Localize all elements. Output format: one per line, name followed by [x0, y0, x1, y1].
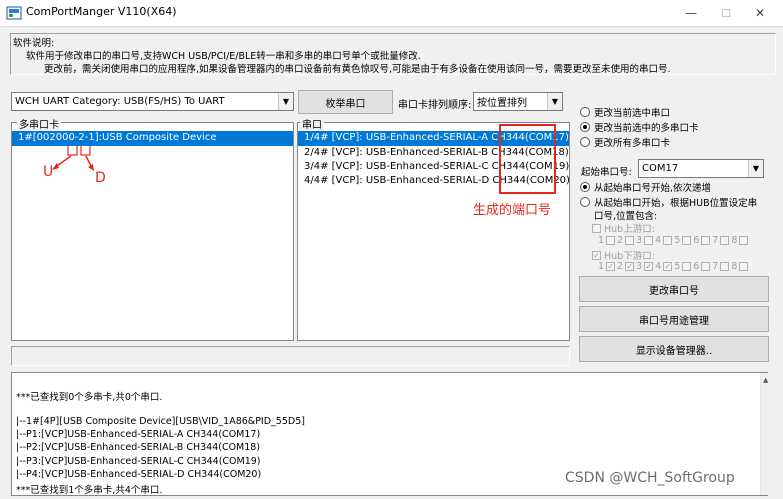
checkbox-icon[interactable] [720, 262, 730, 271]
hub-downstream-label: Hub下游口: [604, 251, 655, 262]
digit: 2 [617, 261, 624, 272]
digit: 3 [636, 235, 643, 246]
radio-label: 更改当前选中的多串口卡 [594, 123, 699, 134]
port-group-label: 串口 [300, 116, 324, 131]
radio-label: 从起始串口号开始,依次递增 [594, 183, 712, 194]
watermark: CSDN @WCH_SoftGroup [565, 470, 735, 486]
log-line: ***已查找到0个多串卡,共0个串口. [16, 392, 163, 403]
log-line: ***已查找到1个多串卡,共4个串口. [16, 485, 163, 497]
window-title: ComPortManger V110(X64) [26, 5, 177, 18]
app-icon [6, 6, 22, 20]
checkbox-icon[interactable] [720, 236, 730, 245]
checkbox-icon[interactable] [625, 236, 635, 245]
device-manager-button[interactable]: 显示设备管理器.. [579, 336, 769, 362]
digit: 1 [598, 261, 605, 272]
annotation-d: D [95, 170, 106, 186]
radio-mode-hub-label-cont: 口号,位置包含: [594, 211, 658, 222]
digit: 4 [655, 261, 662, 272]
digit: 4 [655, 235, 662, 246]
digit: 7 [712, 235, 719, 246]
start-port-label: 起始串口号: [581, 167, 632, 178]
radio-mode-increment[interactable]: 从起始串口号开始,依次递增 [580, 180, 711, 194]
start-port-value: COM17 [642, 163, 679, 174]
radio-label: 从起始串口开始，根据HUB位置设定串 [594, 198, 758, 209]
digit: 3 [636, 261, 643, 272]
hub-upstream-checkbox[interactable]: Hub上游口: [592, 221, 655, 235]
checkbox-icon[interactable] [682, 236, 692, 245]
digit: 5 [674, 235, 681, 246]
chevron-down-icon[interactable]: ▼ [547, 93, 562, 110]
checkbox-icon[interactable] [592, 223, 601, 233]
hub-downstream-ports: 1 ✓ 2 ✓ 3 ✓ 4 ✓ 5 6 7 8 [598, 261, 749, 272]
chevron-down-icon[interactable]: ▼ [278, 93, 293, 110]
digit: 6 [693, 261, 700, 272]
radio-icon[interactable] [580, 197, 590, 207]
multi-card-group-label: 多串口卡 [17, 116, 61, 131]
change-port-button[interactable]: 更改串口号 [579, 276, 769, 302]
radio-label: 更改当前选中串口 [594, 108, 671, 119]
checkmark-icon[interactable]: ✓ [625, 262, 635, 271]
log-line: |--1#[4P][USB Composite Device][USB\VID_… [16, 415, 305, 427]
annotation-highlight-box [499, 124, 556, 194]
close-button[interactable]: ✕ [737, 0, 783, 26]
multi-card-item[interactable]: 1#[002000-2-1]:USB Composite Device [16, 131, 216, 145]
log-line: |--P2:[VCP]USB-Enhanced-SERIAL-B CH344(C… [16, 442, 261, 454]
category-select[interactable]: WCH UART Category: USB(FS/HS) To UART ▼ [11, 92, 294, 111]
checkmark-icon[interactable]: ✓ [644, 262, 654, 271]
sort-select[interactable]: 按位置排列 ▼ [473, 92, 563, 111]
annotation-generated-port: 生成的端口号 [473, 203, 552, 218]
start-port-select[interactable]: COM17 ▼ [638, 159, 764, 178]
digit: 7 [712, 261, 719, 272]
checkbox-icon[interactable] [682, 262, 692, 271]
digit: 1 [598, 235, 605, 246]
digit: 8 [731, 261, 738, 272]
checkmark-icon[interactable]: ✓ [663, 262, 673, 271]
sort-label: 串口卡排列顺序: [398, 100, 472, 111]
radio-label: 更改所有多串口卡 [594, 138, 671, 149]
checkbox-icon[interactable] [701, 262, 711, 271]
checkmark-icon[interactable]: ✓ [592, 250, 601, 260]
log-line: |--P4:[VCP]USB-Enhanced-SERIAL-D CH344(C… [16, 468, 262, 480]
checkbox-icon[interactable] [663, 236, 673, 245]
checkmark-icon[interactable]: ✓ [606, 262, 616, 271]
digit: 8 [731, 235, 738, 246]
radio-change-selected-card[interactable]: 更改当前选中的多串口卡 [580, 120, 699, 134]
checkbox-icon[interactable] [644, 236, 654, 245]
digit: 6 [693, 235, 700, 246]
log-scrollbar[interactable] [760, 373, 774, 495]
radio-checked-icon[interactable] [580, 182, 590, 192]
digit: 2 [617, 235, 624, 246]
checkbox-icon[interactable] [739, 236, 749, 245]
radio-change-selected-port[interactable]: 更改当前选中串口 [580, 105, 670, 119]
enumerate-ports-button[interactable]: 枚举串口 [298, 90, 393, 114]
log-line: |--P3:[VCP]USB-Enhanced-SERIAL-C CH344(C… [16, 455, 261, 467]
digit: 5 [674, 261, 681, 272]
port-usage-button[interactable]: 串口号用途管理 [579, 306, 769, 332]
description-line-2: 更改前，需关闭使用串口的应用程序,如果设备管理器内的串口设备前有黄色惊叹号,可能… [44, 64, 671, 75]
radio-icon[interactable] [580, 107, 590, 117]
chevron-down-icon[interactable]: ▼ [748, 160, 763, 177]
log-line: |--P1:[VCP]USB-Enhanced-SERIAL-A CH344(C… [16, 428, 261, 440]
checkbox-icon[interactable] [701, 236, 711, 245]
radio-checked-icon[interactable] [580, 122, 590, 132]
hub-upstream-label: Hub上游口: [604, 224, 655, 235]
description-line-1: 软件用于修改串口的串口号,支持WCH USB/PCI/E/BLE转一串和多串的串… [26, 51, 421, 62]
checkbox-icon[interactable] [739, 262, 749, 271]
hub-downstream-checkbox[interactable]: ✓ Hub下游口: [592, 248, 655, 262]
annotation-u: U [43, 164, 54, 180]
status-bar [11, 346, 570, 366]
category-select-value: WCH UART Category: USB(FS/HS) To UART [15, 96, 225, 107]
checkbox-icon[interactable] [606, 236, 616, 245]
radio-mode-hub[interactable]: 从起始串口开始，根据HUB位置设定串 [580, 195, 757, 209]
radio-change-all-cards[interactable]: 更改所有多串口卡 [580, 135, 670, 149]
description-label: 软件说明: [13, 38, 55, 49]
sort-select-value: 按位置排列 [477, 98, 527, 109]
hub-upstream-ports: 1 2 3 4 5 6 7 8 [598, 235, 749, 246]
radio-icon[interactable] [580, 137, 590, 147]
scroll-up-icon[interactable]: ▲ [763, 376, 768, 384]
